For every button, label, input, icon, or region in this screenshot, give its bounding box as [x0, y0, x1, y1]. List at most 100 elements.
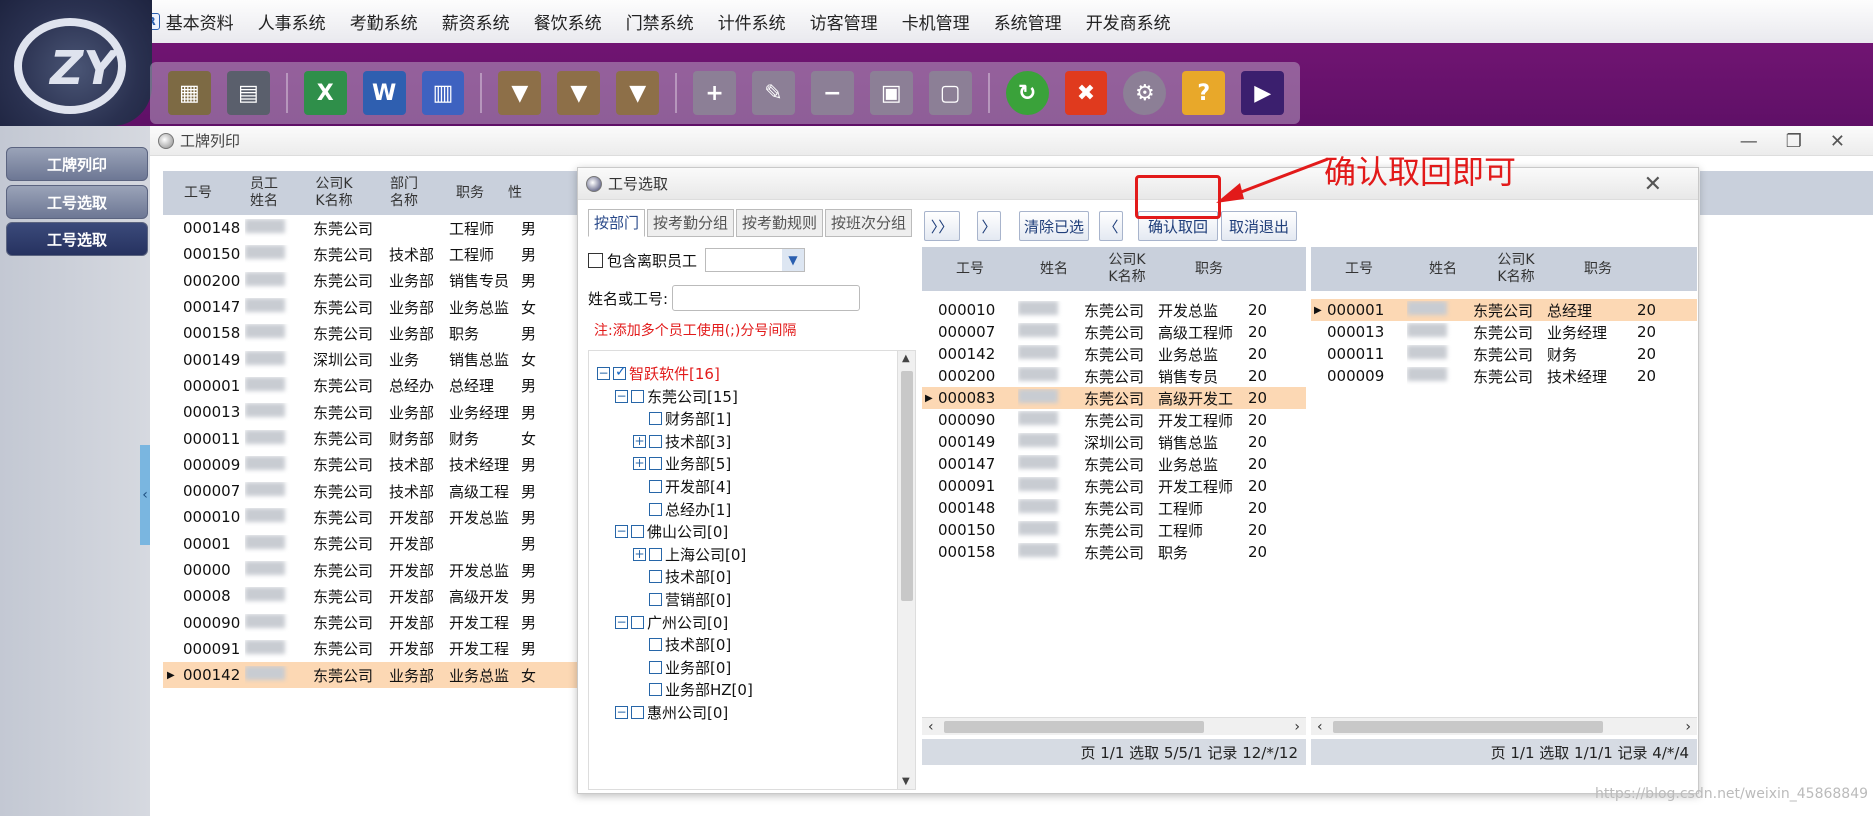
tree-checkbox[interactable] [649, 683, 662, 697]
include-resigned-checkbox[interactable] [588, 252, 603, 268]
filter-add-icon[interactable]: ▼ [557, 71, 601, 115]
tree-node[interactable]: 技术部[0] [649, 634, 731, 655]
expand-icon[interactable]: + [633, 547, 646, 561]
report-icon[interactable]: ▥ [421, 71, 465, 115]
tree-node[interactable]: + 上海公司[0] [633, 544, 746, 565]
table-row[interactable]: 000090 东莞公司 开发工程师 20 [922, 409, 1306, 431]
table-row[interactable]: 000007 东莞公司 高级工程师 20 [922, 321, 1306, 343]
tree-checkbox[interactable] [649, 570, 662, 584]
tree-node[interactable]: 营销部[0] [649, 589, 731, 610]
excel-icon[interactable]: X [303, 71, 347, 115]
column-header[interactable]: 职务 [1164, 261, 1254, 278]
minimize-icon[interactable]: — [1740, 131, 1758, 152]
tree-node[interactable]: − 佛山公司[0] [615, 521, 728, 542]
calculator-icon[interactable]: ▤ [226, 71, 270, 115]
table-row[interactable]: 000091 东莞公司 开发部 开发工程男 [163, 636, 583, 662]
filter-clear-icon[interactable]: ▼ [616, 71, 660, 115]
tree-checkbox[interactable] [631, 525, 644, 539]
tree-checkbox[interactable] [649, 547, 662, 561]
edit-icon[interactable]: ✎ [752, 71, 795, 115]
tab[interactable]: 按考勤规则 [736, 209, 824, 237]
add-document-icon[interactable]: + [693, 71, 737, 115]
nav-id-select-active[interactable]: 工号选取 [6, 222, 148, 256]
close-window-icon[interactable]: ✕ [1830, 131, 1845, 152]
tree-node[interactable]: 财务部[1] [649, 408, 731, 429]
table-row[interactable]: 000200 东莞公司 销售专员 20 [922, 365, 1306, 387]
help-icon[interactable]: ? [1182, 71, 1226, 115]
tree-checkbox[interactable] [649, 638, 662, 652]
word-icon[interactable]: W [362, 71, 406, 115]
menu-item[interactable]: 考勤系统 [350, 9, 418, 34]
tree-checkbox[interactable] [649, 502, 662, 516]
tab[interactable]: 按考勤分组 [647, 209, 735, 237]
tree-checkbox[interactable] [649, 457, 662, 471]
table-row[interactable]: 000007 东莞公司 技术部 高级工程男 [163, 478, 583, 504]
table-row[interactable]: 000142 东莞公司 业务总监 20 [922, 343, 1306, 365]
collapse-icon[interactable]: − [615, 525, 628, 539]
table-row[interactable]: 00001 东莞公司 开发部 男 [163, 531, 583, 557]
tree-checkbox[interactable] [649, 412, 662, 426]
menu-item[interactable]: 系统管理 [994, 9, 1062, 34]
column-header[interactable]: 公司K K名称 [295, 176, 373, 210]
table-row[interactable]: 00008 东莞公司 开发部 高级开发男 [163, 583, 583, 609]
table-row[interactable]: 000010 东莞公司 开发部 开发总监男 [163, 504, 583, 530]
horizontal-scrollbar[interactable]: ‹ › [922, 717, 1306, 735]
collapse-icon[interactable]: − [615, 389, 628, 403]
table-row[interactable]: 000148 东莞公司 工程师 男 [163, 215, 583, 241]
column-header[interactable]: 性 [505, 185, 525, 202]
table-row[interactable]: 000149 深圳公司 业务 销售总监女 [163, 346, 583, 372]
tree-checkbox[interactable] [613, 364, 627, 380]
gear-icon[interactable]: ⚙ [1123, 71, 1167, 115]
play-icon[interactable]: ▶ [1241, 71, 1285, 115]
tree-node[interactable]: + 技术部[3] [633, 431, 731, 452]
table-row[interactable]: ▶ 000142 东莞公司 业务部 业务总监女 [163, 662, 583, 689]
table-row[interactable]: 000147 东莞公司 业务总监 20 [922, 453, 1306, 475]
collapse-icon[interactable]: − [615, 615, 628, 629]
tree-node[interactable]: − 智跃软件[16] [597, 363, 720, 384]
nav-id-select[interactable]: 工号选取 [6, 185, 148, 219]
menu-item[interactable]: 基本资料 [166, 9, 234, 34]
restore-icon[interactable]: ❐ [1786, 131, 1802, 152]
nav-card-print[interactable]: 工牌列印 [6, 147, 148, 181]
table-row[interactable]: 000158 东莞公司 职务 20 [922, 541, 1306, 563]
tree-node[interactable]: 业务部HZ[0] [649, 679, 753, 700]
tree-node[interactable]: 技术部[0] [649, 566, 731, 587]
delete-document-icon[interactable]: − [810, 71, 854, 115]
menu-item[interactable]: 餐饮系统 [534, 9, 602, 34]
menu-item[interactable]: 访客管理 [810, 9, 878, 34]
menu-item[interactable]: 卡机管理 [902, 9, 970, 34]
column-header[interactable]: 工号 [163, 185, 233, 202]
add-all-button[interactable]: 〉〉 [924, 211, 960, 241]
table-row[interactable]: ▶ 000001 东莞公司 总经理 20 [1311, 299, 1697, 321]
tree-checkbox[interactable] [631, 615, 644, 629]
collapse-icon[interactable]: − [597, 367, 610, 380]
column-header[interactable]: 姓名 [1018, 261, 1090, 278]
column-header[interactable]: 职务 [1553, 261, 1643, 278]
board-icon[interactable]: ▦ [168, 71, 211, 115]
column-header[interactable]: 部门 名称 [373, 176, 435, 210]
menu-item[interactable]: 开发商系统 [1086, 9, 1171, 34]
name-or-id-input[interactable] [672, 285, 861, 311]
dialog-close-icon[interactable]: ✕ [1644, 172, 1662, 197]
column-header[interactable]: 工号 [922, 261, 1018, 278]
table-row[interactable]: 000200 东莞公司 业务部 销售专员男 [163, 268, 583, 294]
tab[interactable]: 按班次分组 [825, 209, 913, 237]
tree-node[interactable]: − 广州公司[0] [615, 612, 728, 633]
horizontal-scrollbar[interactable]: ‹ › [1311, 717, 1697, 735]
filter-icon[interactable]: ▼ [498, 71, 542, 115]
collapse-icon[interactable]: − [615, 706, 628, 719]
clear-selected-button[interactable]: 清除已选 [1019, 211, 1089, 241]
tree-node[interactable]: − 惠州公司[0] [615, 702, 728, 723]
menu-item[interactable]: 薪资系统 [442, 9, 510, 34]
table-row[interactable]: 000158 东莞公司 业务部 职务 男 [163, 320, 583, 346]
refresh-icon[interactable]: ↻ [1005, 71, 1049, 115]
save-icon[interactable]: ▣ [869, 71, 913, 115]
menu-item[interactable]: 门禁系统 [626, 9, 694, 34]
table-row[interactable]: 000009 东莞公司 技术部 技术经理男 [163, 452, 583, 478]
table-row[interactable]: 000013 东莞公司 业务部 业务经理男 [163, 399, 583, 425]
table-row[interactable]: 000148 东莞公司 工程师 20 [922, 497, 1306, 519]
collapse-sidebar-icon[interactable]: ‹ [140, 445, 150, 545]
table-row[interactable]: 000150 东莞公司 技术部 工程师 男 [163, 241, 583, 267]
cancel-exit-button[interactable]: 取消退出 [1221, 211, 1297, 241]
tree-node[interactable]: + 业务部[5] [633, 453, 731, 474]
